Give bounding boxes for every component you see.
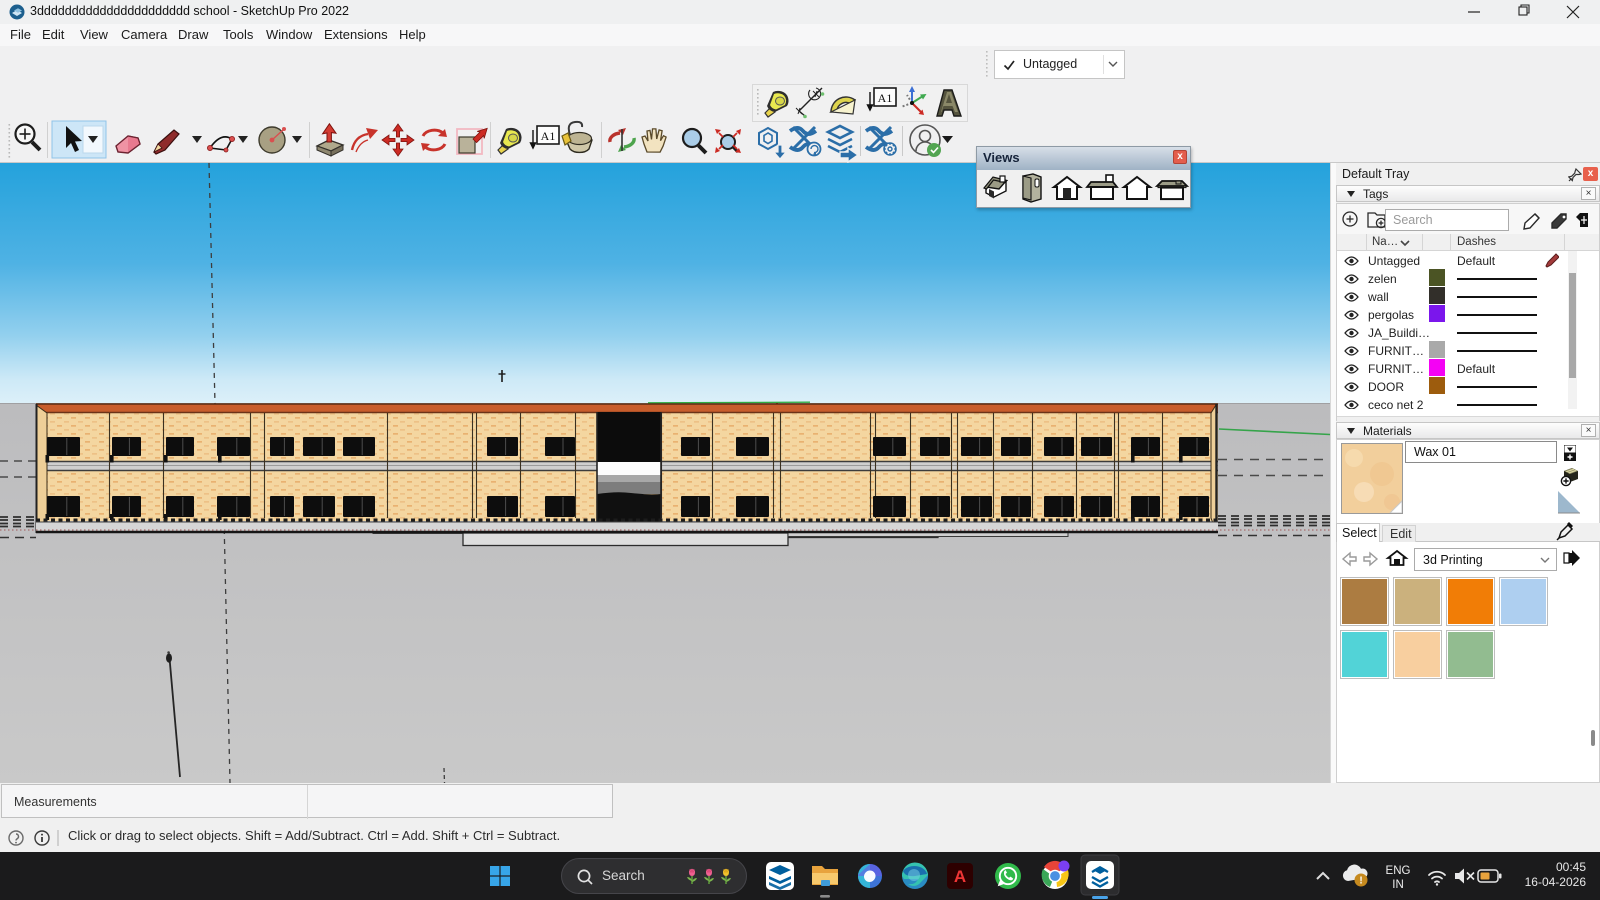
svg-text:ENG: ENG: [1386, 865, 1411, 877]
svg-text:A1: A1: [541, 129, 556, 143]
svg-text:A: A: [954, 867, 966, 886]
svg-text:IN: IN: [1392, 879, 1404, 891]
svg-text:!: !: [1359, 876, 1362, 887]
svg-text:A1: A1: [878, 91, 893, 105]
